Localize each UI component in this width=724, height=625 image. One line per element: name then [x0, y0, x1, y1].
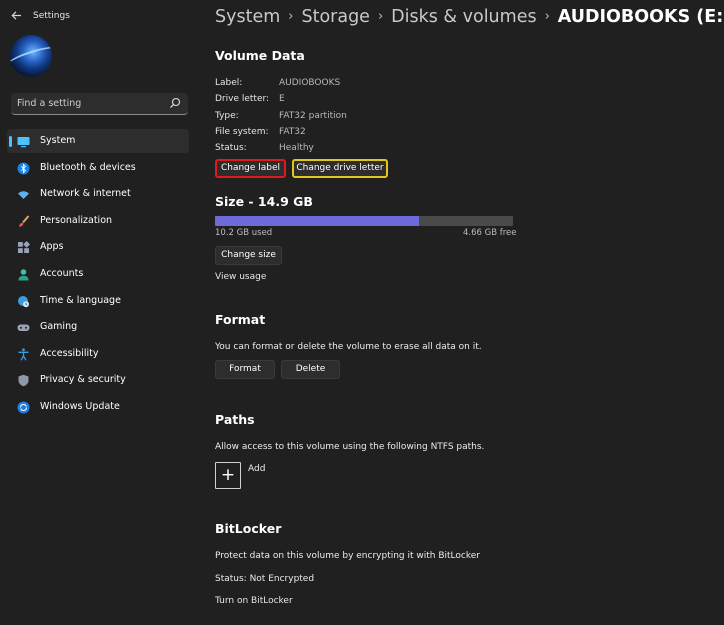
- sidebar-item-label: Privacy & security: [40, 374, 126, 386]
- sidebar-item-label: Personalization: [40, 214, 113, 226]
- sidebar-item-label: Windows Update: [40, 400, 120, 412]
- sidebar-item-network[interactable]: Network & internet: [7, 182, 189, 206]
- sidebar-item-label: System: [40, 135, 76, 146]
- sidebar-item-personalization[interactable]: Personalization: [7, 209, 189, 233]
- wifi-icon: [18, 191, 29, 200]
- accessibility-icon: [18, 348, 29, 361]
- sidebar-item-bluetooth[interactable]: Bluetooth & devices: [7, 156, 189, 180]
- add-path-button[interactable]: +: [215, 462, 241, 489]
- search-icon[interactable]: [169, 97, 181, 109]
- chevron-right-icon: ›: [288, 9, 294, 24]
- paintbrush-icon: [19, 215, 30, 227]
- sidebar: Settings System Bluetooth & devices Netw…: [0, 0, 200, 625]
- format-heading: Format: [215, 312, 266, 327]
- sidebar-item-accessibility[interactable]: Accessibility: [7, 342, 189, 366]
- search-box[interactable]: [11, 93, 188, 115]
- turn-on-bitlocker-link[interactable]: Turn on BitLocker: [215, 596, 293, 606]
- sidebar-item-label: Accessibility: [40, 347, 99, 359]
- sidebar-item-label: Apps: [40, 241, 64, 253]
- sidebar-item-label: Time & language: [40, 294, 121, 306]
- format-button[interactable]: Format: [215, 360, 275, 379]
- usage-bar-fill: [215, 216, 420, 226]
- sidebar-nav: System Bluetooth & devices Network & int…: [7, 129, 189, 422]
- change-drive-letter-button[interactable]: Change drive letter: [292, 159, 388, 178]
- add-label[interactable]: Add: [248, 464, 265, 474]
- usage-bar: [215, 216, 513, 226]
- bitlocker-status: Status: Not Encrypted: [215, 574, 315, 584]
- sidebar-item-accounts[interactable]: Accounts: [7, 262, 189, 286]
- paths-description: Allow access to this volume using the fo…: [215, 442, 485, 452]
- sidebar-item-privacy-security[interactable]: Privacy & security: [7, 368, 189, 392]
- size-heading: Size - 14.9 GB: [215, 194, 313, 209]
- sidebar-item-label: Network & internet: [40, 188, 131, 200]
- page-title: AUDIOBOOKS (E:): [557, 7, 724, 27]
- label-value: AUDIOBOOKS: [279, 78, 341, 88]
- system-monitor-icon: [17, 137, 30, 148]
- sidebar-item-apps[interactable]: Apps: [7, 235, 189, 259]
- delete-button[interactable]: Delete: [281, 360, 340, 379]
- bitlocker-heading: BitLocker: [215, 521, 282, 536]
- main-content: System › Storage › Disks & volumes › AUDIOBOOK…: [215, 0, 724, 625]
- breadcrumb-item-system[interactable]: System: [215, 7, 280, 27]
- chevron-right-icon: ›: [544, 9, 550, 24]
- sidebar-item-windows-update[interactable]: Windows Update: [7, 395, 189, 419]
- used-space-label: 10.2 GB used: [215, 228, 273, 238]
- file-system-key: File system:: [215, 127, 269, 137]
- breadcrumb-item-storage[interactable]: Storage: [301, 7, 369, 27]
- bluetooth-icon: [17, 162, 30, 175]
- change-label-button[interactable]: Change label: [215, 159, 286, 178]
- update-icon: [17, 401, 30, 414]
- status-value: Healthy: [279, 143, 314, 153]
- gamepad-icon: [17, 324, 30, 332]
- paths-heading: Paths: [215, 412, 255, 427]
- back-arrow-icon[interactable]: [10, 9, 24, 23]
- bitlocker-description: Protect data on this volume by encryptin…: [215, 551, 480, 561]
- shield-icon: [18, 375, 29, 387]
- type-key: Type:: [215, 111, 239, 121]
- change-size-button[interactable]: Change size: [215, 246, 282, 265]
- sidebar-item-label: Accounts: [40, 267, 84, 279]
- search-input[interactable]: [17, 96, 167, 111]
- file-system-value: FAT32: [279, 127, 306, 137]
- volume-data-heading: Volume Data: [215, 48, 305, 63]
- sidebar-item-label: Bluetooth & devices: [40, 161, 136, 173]
- free-space-label: 4.66 GB free: [463, 228, 517, 238]
- breadcrumb-item-disks-volumes[interactable]: Disks & volumes: [391, 7, 536, 27]
- app-title: Settings: [33, 11, 70, 21]
- sidebar-item-time-language[interactable]: Time & language: [7, 289, 189, 313]
- person-icon: [18, 269, 29, 281]
- apps-icon: [18, 241, 30, 254]
- type-value: FAT32 partition: [279, 111, 347, 121]
- avatar: [10, 35, 52, 77]
- drive-letter-value: E: [279, 94, 285, 104]
- sidebar-item-label: Gaming: [40, 321, 78, 333]
- globe-clock-icon: [18, 295, 29, 307]
- drive-letter-key: Drive letter:: [215, 94, 270, 104]
- format-description: You can format or delete the volume to e…: [215, 342, 482, 352]
- sidebar-item-gaming[interactable]: Gaming: [7, 315, 189, 339]
- breadcrumb: System › Storage › Disks & volumes › AUDIOBOOK…: [215, 7, 724, 27]
- status-key: Status:: [215, 143, 247, 153]
- view-usage-link[interactable]: View usage: [215, 272, 266, 282]
- plus-icon: +: [220, 465, 236, 485]
- label-key: Label:: [215, 78, 243, 88]
- chevron-right-icon: ›: [377, 9, 384, 24]
- sidebar-item-system[interactable]: System: [7, 129, 189, 153]
